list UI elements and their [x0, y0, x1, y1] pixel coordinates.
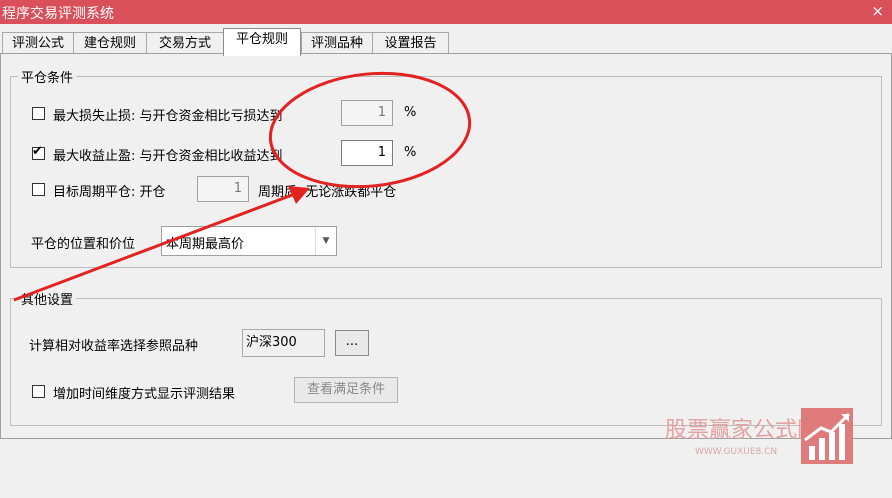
max-loss-unit: % — [404, 105, 417, 120]
max-profit-checkbox[interactable]: ✔ — [32, 144, 45, 160]
ref-symbol-field[interactable]: 沪深300 — [242, 329, 325, 357]
max-profit-input[interactable]: 1 — [341, 140, 393, 166]
position-price-select[interactable]: 本周期最高价 ▼ — [161, 226, 337, 256]
chevron-down-icon[interactable]: ▼ — [315, 227, 336, 255]
position-price-label: 平仓的位置和价位 — [31, 237, 136, 252]
watermark: 股票赢家公式网 WWW.GUXUE8.CN — [657, 404, 892, 466]
close-conditions-title: 平仓条件 — [18, 67, 77, 86]
browse-button[interactable]: ... — [335, 330, 369, 356]
time-dimension-checkbox[interactable] — [32, 385, 45, 398]
max-loss-label: 最大损失止损: 与开仓资金相比亏损达到 — [53, 109, 283, 124]
close-rules-panel: 平仓条件 最大损失止损: 与开仓资金相比亏损达到 1 % ✔ 最大收益止盈: 与… — [0, 53, 892, 439]
tab-trade-mode[interactable]: 交易方式 — [146, 32, 224, 55]
checkmark-icon: ✔ — [32, 144, 43, 159]
view-conditions-button[interactable]: 查看满足条件 — [294, 377, 398, 403]
tab-close-rules[interactable]: 平仓规则 — [223, 28, 301, 56]
chart-up-icon — [804, 412, 851, 460]
tab-open-rules[interactable]: 建仓规则 — [73, 32, 147, 55]
max-loss-input[interactable]: 1 — [341, 100, 393, 126]
max-profit-unit: % — [404, 145, 417, 160]
close-conditions-group: 平仓条件 最大损失止损: 与开仓资金相比亏损达到 1 % ✔ 最大收益止盈: 与… — [10, 67, 882, 268]
watermark-text: 股票赢家公式网 — [665, 418, 820, 443]
max-profit-label: 最大收益止盈: 与开仓资金相比收益达到 — [53, 149, 283, 164]
watermark-logo — [801, 408, 853, 464]
target-period-label: 目标周期平仓: 开仓 — [53, 185, 166, 200]
window-title: 程序交易评测系统 — [2, 6, 114, 22]
target-period-suffix: 周期后, 无论涨跌都平仓 — [258, 185, 397, 200]
target-period-checkbox[interactable] — [32, 183, 45, 196]
watermark-url: WWW.GUXUE8.CN — [695, 447, 778, 457]
close-icon[interactable]: × — [871, 2, 884, 20]
window-titlebar: 程序交易评测系统 × — [0, 0, 892, 24]
other-settings-title: 其他设置 — [18, 289, 77, 308]
tab-symbols[interactable]: 评测品种 — [301, 32, 373, 55]
tab-formula[interactable]: 评测公式 — [2, 32, 74, 55]
max-loss-checkbox[interactable] — [32, 107, 45, 120]
time-dimension-label: 增加时间维度方式显示评测结果 — [53, 387, 236, 402]
tab-report[interactable]: 设置报告 — [372, 32, 449, 55]
ref-symbol-label: 计算相对收益率选择参照品种 — [29, 339, 199, 354]
target-period-input[interactable]: 1 — [197, 176, 249, 202]
position-price-value: 本周期最高价 — [166, 237, 245, 252]
